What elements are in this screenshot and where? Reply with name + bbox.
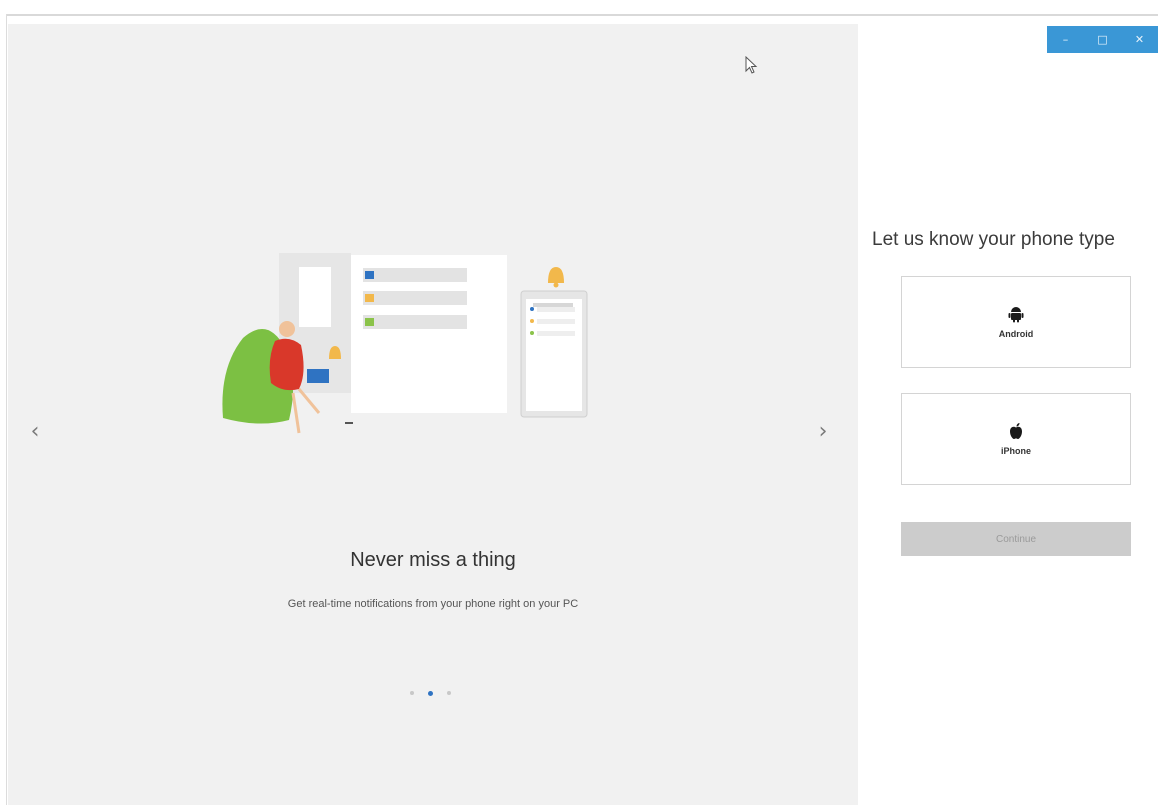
apple-icon: [1010, 423, 1022, 439]
left-window-edge: [0, 14, 7, 805]
notifications-illustration: [222, 253, 588, 434]
window-controls: – □ ✕: [1047, 26, 1158, 53]
android-option-button[interactable]: Android: [901, 276, 1131, 368]
maximize-button[interactable]: □: [1088, 33, 1118, 46]
top-border: [0, 0, 1158, 16]
android-option-label: Android: [998, 329, 1034, 339]
android-icon: [1008, 307, 1024, 323]
continue-button[interactable]: Continue: [901, 522, 1131, 556]
slide-subtitle: Get real-time notifications from your ph…: [287, 598, 579, 610]
minimize-button[interactable]: –: [1051, 33, 1081, 46]
page-dot-2[interactable]: [427, 690, 433, 696]
close-button[interactable]: ✕: [1125, 33, 1155, 46]
carousel-pagination: [398, 688, 462, 698]
page-dot-1[interactable]: [409, 691, 414, 695]
mouse-cursor-icon: [745, 56, 758, 74]
iphone-option-button[interactable]: iPhone: [901, 393, 1131, 485]
page-dot-3[interactable]: [446, 691, 451, 695]
carousel-prev-button[interactable]: ‹: [24, 417, 46, 447]
phone-type-heading: Let us know your phone type: [872, 229, 1115, 250]
slide-title: Never miss a thing: [350, 549, 516, 571]
carousel-next-button[interactable]: ›: [812, 417, 834, 447]
iphone-option-label: iPhone: [1000, 446, 1031, 456]
